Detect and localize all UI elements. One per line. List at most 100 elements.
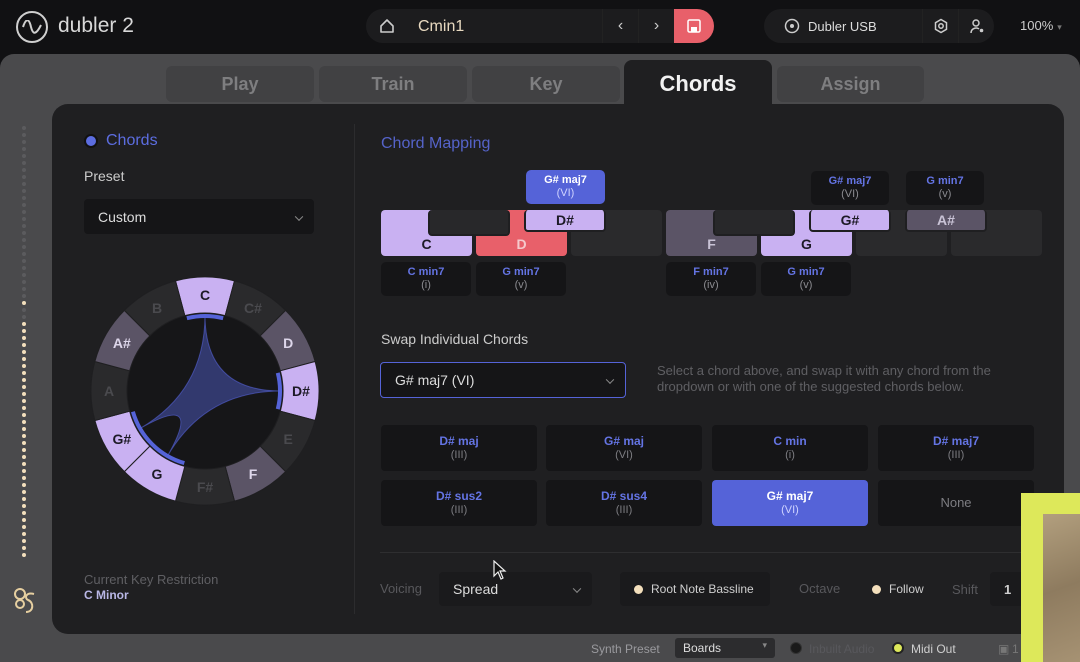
save-icon: [687, 19, 701, 33]
suggested-chord[interactable]: D# sus4 (III): [546, 480, 702, 526]
mouse-cursor-icon: [493, 560, 507, 580]
previous-preset-button[interactable]: ‹: [602, 9, 638, 43]
black-key-f-sharp[interactable]: [713, 210, 795, 236]
dubler-mic-icon: [14, 588, 35, 613]
circle-note-label: D: [283, 335, 293, 351]
tab-play[interactable]: Play: [166, 66, 314, 102]
meter-dot: [22, 357, 26, 361]
meter-dot: [22, 238, 26, 242]
chevron-down-icon: ▾: [1057, 22, 1062, 32]
meter-dot: [22, 469, 26, 473]
meter-dot: [22, 245, 26, 249]
device-selector[interactable]: Dubler USB: [784, 18, 877, 34]
gear-icon: [934, 18, 947, 34]
meter-dot: [22, 168, 26, 172]
chevron-down-icon: [572, 584, 582, 593]
chord-slot-c[interactable]: C min7 (i): [381, 262, 471, 296]
circle-note-label: F: [249, 466, 258, 482]
suggested-chord[interactable]: D# sus2 (III): [381, 480, 537, 526]
chord-circle: C C# D D# E F F# G G# A A# B: [90, 276, 320, 506]
tab-train[interactable]: Train: [319, 66, 467, 102]
swap-title: Swap Individual Chords: [381, 331, 529, 347]
circle-note-label: G: [152, 466, 163, 482]
chords-toggle[interactable]: Chords: [86, 132, 158, 150]
suggested-chord[interactable]: C min (i): [712, 425, 868, 471]
user-settings-button[interactable]: [958, 9, 994, 43]
meter-dot: [22, 140, 26, 144]
chord-slot-a-sharp[interactable]: G min7 (v): [906, 171, 984, 205]
chord-roman: (VI): [841, 188, 859, 200]
inbuilt-audio-label[interactable]: Inbuilt Audio: [809, 642, 874, 656]
chevron-left-icon: ‹: [617, 17, 624, 34]
meter-dot: [22, 266, 26, 270]
meter-dot: [22, 147, 26, 151]
meter-dot: [22, 525, 26, 529]
meter-dot: [22, 322, 26, 326]
meter-dot: [22, 259, 26, 263]
device-bar: Dubler USB: [764, 9, 994, 43]
chord-roman: (iv): [703, 279, 719, 291]
suggested-chord[interactable]: G# maj (VI): [546, 425, 702, 471]
save-button[interactable]: [674, 9, 714, 43]
tab-key[interactable]: Key: [472, 66, 620, 102]
chord-roman: (VI): [615, 449, 633, 461]
synth-preset-dropdown[interactable]: Boards ▾: [675, 638, 775, 658]
midi-channel-value[interactable]: 1: [1012, 642, 1019, 656]
inbuilt-audio-led[interactable]: [790, 642, 802, 654]
circle-note-label: A: [104, 383, 114, 399]
circle-note-label: C#: [244, 300, 262, 316]
chord-mapping-title: Chord Mapping: [381, 135, 491, 152]
meter-dot: [22, 301, 26, 305]
tab-chords[interactable]: Chords: [624, 60, 772, 108]
meter-dot: [22, 189, 26, 193]
octave-follow-toggle[interactable]: Follow: [858, 572, 938, 606]
chord-name: D# sus2: [435, 489, 483, 503]
chords-panel-title: Chords: [106, 132, 158, 149]
chord-roman: (III): [947, 449, 965, 461]
settings-button[interactable]: [922, 9, 958, 43]
black-key-d-sharp[interactable]: D#: [524, 210, 606, 232]
chord-roman: (i): [785, 449, 795, 461]
home-button[interactable]: [366, 9, 408, 43]
suggested-chord[interactable]: G# maj7 (VI): [712, 480, 868, 526]
voicing-dropdown[interactable]: Spread: [439, 572, 592, 606]
meter-dot: [22, 518, 26, 522]
chord-roman: (III): [450, 449, 468, 461]
chord-name: G# maj7: [828, 175, 872, 187]
chord-slot-g[interactable]: G min7 (v): [761, 262, 851, 296]
meter-dot: [22, 308, 26, 312]
suggested-chord[interactable]: D# maj (III): [381, 425, 537, 471]
user-settings-icon: [969, 19, 983, 34]
bassline-led: [634, 584, 643, 594]
suggested-chord-none[interactable]: None: [878, 480, 1034, 526]
meter-dot: [22, 420, 26, 424]
dubler-logo-icon: [16, 11, 48, 43]
preset-name[interactable]: Cmin1: [418, 18, 464, 36]
black-key-g-sharp[interactable]: G#: [809, 210, 891, 232]
meter-dot: [22, 539, 26, 543]
tab-assign[interactable]: Assign: [777, 66, 924, 102]
meter-dot: [22, 483, 26, 487]
chord-slot-g-sharp[interactable]: G# maj7 (VI): [811, 171, 889, 205]
footer-bar: Synth Preset Boards ▾ Inbuilt Audio Midi …: [0, 634, 1080, 662]
meter-dot: [22, 175, 26, 179]
black-key-a-sharp[interactable]: A#: [905, 210, 987, 232]
meter-dot: [22, 371, 26, 375]
chord-slot-d[interactable]: G min7 (v): [476, 262, 566, 296]
next-preset-button[interactable]: ›: [638, 9, 674, 43]
root-note-bassline-toggle[interactable]: Root Note Bassline: [620, 572, 770, 606]
suggested-chord[interactable]: D# maj7 (III): [878, 425, 1034, 471]
meter-dot: [22, 126, 26, 130]
midi-out-label[interactable]: Midi Out: [911, 642, 956, 656]
app-name: dubler 2: [58, 14, 134, 37]
midi-out-led[interactable]: [892, 642, 904, 654]
zoom-selector[interactable]: 100% ▾: [1020, 18, 1062, 33]
swap-chord-dropdown[interactable]: G# maj7 (VI): [380, 362, 626, 398]
chord-slot-f[interactable]: F min7 (iv): [666, 262, 756, 296]
black-key-c-sharp[interactable]: [428, 210, 510, 236]
midi-channel-icon: ▣: [998, 642, 1010, 656]
preset-dropdown[interactable]: Custom: [84, 199, 314, 234]
meter-dot: [22, 441, 26, 445]
octave-label: Octave: [799, 581, 841, 596]
chord-slot-d-sharp[interactable]: G# maj7 (VI): [526, 170, 605, 204]
